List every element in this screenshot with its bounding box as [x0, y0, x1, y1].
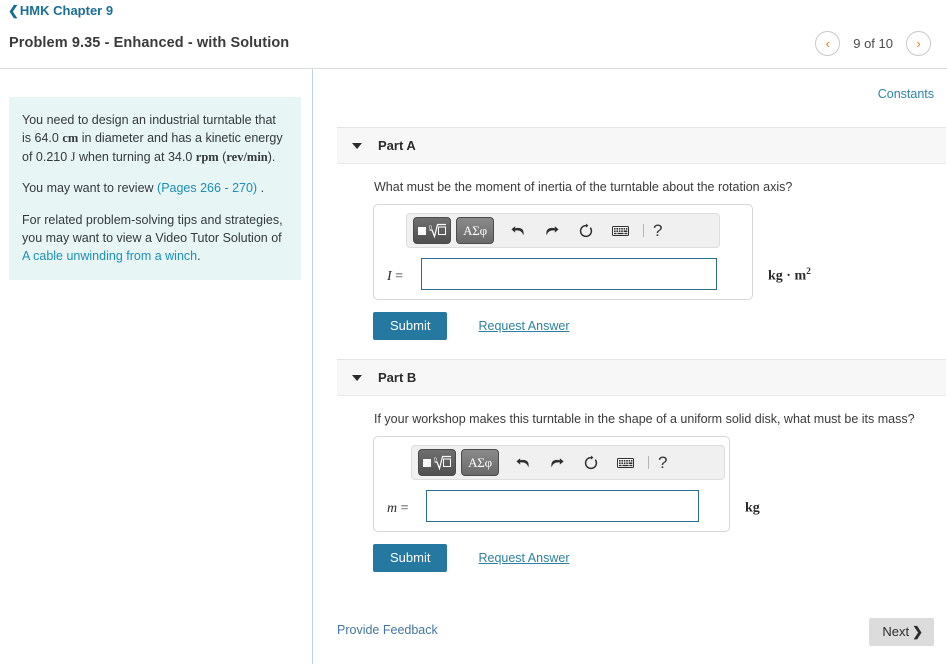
- help-button-b[interactable]: ?: [658, 454, 667, 471]
- answer-widget-b: n ΑΣφ ? m = kg: [373, 436, 760, 532]
- part-header-b[interactable]: Part B: [337, 359, 946, 396]
- greek-symbols-button-b[interactable]: ΑΣφ: [461, 449, 499, 476]
- equals-sign-b: =: [400, 501, 409, 516]
- problem-statement-box: You need to design an industrial turntab…: [9, 97, 301, 280]
- math-toolbar-a: n ΑΣφ ?: [406, 213, 720, 248]
- answer-input-a[interactable]: [421, 258, 717, 290]
- submit-button-b[interactable]: Submit: [373, 544, 448, 572]
- page-title: Problem 9.35 - Enhanced - with Solution: [9, 35, 290, 51]
- greek-button-label-a: ΑΣφ: [463, 222, 487, 238]
- chevron-left-icon: ❮: [8, 3, 19, 18]
- answer-variable-label-a: I =: [387, 269, 403, 285]
- page-indicator: 9 of 10: [853, 36, 893, 51]
- next-button-label: Next: [882, 624, 910, 639]
- answer-input-b[interactable]: [426, 490, 699, 522]
- variable-symbol-a: I: [387, 269, 392, 284]
- redo-arrow-icon[interactable]: [544, 449, 570, 476]
- part-label-b: Part B: [378, 370, 417, 385]
- math-template-button-b[interactable]: n: [418, 449, 456, 476]
- keyboard-icon[interactable]: [607, 217, 633, 244]
- constants-row: Constants: [878, 85, 934, 103]
- undo-arrow-icon[interactable]: [510, 449, 536, 476]
- video-tutor-solution-link[interactable]: A cable unwinding from a winch: [22, 249, 197, 263]
- toolbar-divider-b: [648, 456, 649, 469]
- units-text-b: kg: [745, 500, 760, 516]
- constants-link[interactable]: Constants: [878, 87, 934, 101]
- tips-line: For related problem-solving tips and str…: [22, 211, 287, 266]
- next-problem-button[interactable]: ›: [906, 31, 931, 56]
- submit-button-a[interactable]: Submit: [373, 312, 448, 340]
- review-pages-link[interactable]: (Pages 266 - 270): [157, 181, 257, 195]
- equals-sign-a: =: [395, 269, 404, 284]
- greek-symbols-button-a[interactable]: ΑΣφ: [456, 217, 494, 244]
- answer-widget-a: n ΑΣφ ? I = kg · m2: [373, 204, 811, 300]
- answer-pane: Constants Part A What must be the moment…: [314, 69, 947, 664]
- previous-problem-button[interactable]: ‹: [815, 31, 841, 56]
- math-toolbar-b: n ΑΣφ ?: [411, 445, 725, 480]
- part-header-a[interactable]: Part A: [337, 127, 946, 164]
- units-text-a: kg · m: [768, 268, 807, 284]
- toolbar-divider-a: [643, 224, 644, 237]
- problem-description: You need to design an industrial turntab…: [22, 111, 287, 166]
- math-template-button-a[interactable]: n: [413, 217, 451, 244]
- answer-units-b: kg: [745, 499, 760, 517]
- tips-suffix: .: [197, 249, 201, 264]
- reset-circular-arrow-icon[interactable]: [578, 449, 604, 476]
- pagination-controls: ‹ 9 of 10 ›: [815, 31, 931, 56]
- greek-button-label-b: ΑΣφ: [468, 454, 492, 470]
- chevron-right-icon: ❯: [912, 624, 923, 639]
- next-page-button[interactable]: Next ❯: [869, 618, 934, 646]
- provide-feedback-link[interactable]: Provide Feedback: [337, 623, 438, 637]
- review-prefix: You may want to review: [22, 181, 158, 196]
- caret-down-icon-b: [352, 375, 362, 381]
- content-area: You need to design an industrial turntab…: [0, 69, 947, 664]
- help-button-a[interactable]: ?: [653, 222, 662, 239]
- page-header: ❮HMK Chapter 9 Problem 9.35 - Enhanced -…: [0, 0, 947, 69]
- unit-rev-per-min: rev/min: [226, 149, 268, 164]
- problem-statement-pane: You need to design an industrial turntab…: [0, 69, 313, 664]
- units-exponent-a: 2: [806, 267, 811, 277]
- question-text-a: What must be the moment of inertia of th…: [374, 180, 793, 194]
- part-label-a: Part A: [378, 138, 416, 153]
- answer-units-a: kg · m2: [768, 267, 811, 285]
- breadcrumb-back-link[interactable]: ❮HMK Chapter 9: [8, 3, 113, 19]
- answer-variable-label-b: m =: [387, 501, 409, 517]
- tips-prefix: For related problem-solving tips and str…: [22, 212, 283, 245]
- undo-arrow-icon[interactable]: [505, 217, 531, 244]
- submit-row-a: Submit Request Answer: [373, 312, 570, 340]
- problem-description-part5: ).: [267, 149, 276, 164]
- request-answer-link-b[interactable]: Request Answer: [478, 551, 569, 565]
- breadcrumb-label: HMK Chapter 9: [19, 3, 114, 18]
- problem-description-part3: when turning at 34.0: [75, 149, 196, 164]
- request-answer-link-a[interactable]: Request Answer: [478, 319, 569, 333]
- redo-arrow-icon[interactable]: [539, 217, 565, 244]
- review-suffix: .: [257, 181, 265, 196]
- unit-cm: cm: [62, 131, 79, 146]
- unit-rpm: rpm: [195, 149, 219, 164]
- reset-circular-arrow-icon[interactable]: [573, 217, 599, 244]
- question-text-b: If your workshop makes this turntable in…: [374, 412, 915, 426]
- caret-down-icon-a: [352, 143, 362, 149]
- variable-symbol-b: m: [387, 501, 398, 516]
- keyboard-icon[interactable]: [612, 449, 638, 476]
- review-line: You may want to review (Pages 266 - 270)…: [22, 179, 287, 197]
- submit-row-b: Submit Request Answer: [373, 544, 570, 572]
